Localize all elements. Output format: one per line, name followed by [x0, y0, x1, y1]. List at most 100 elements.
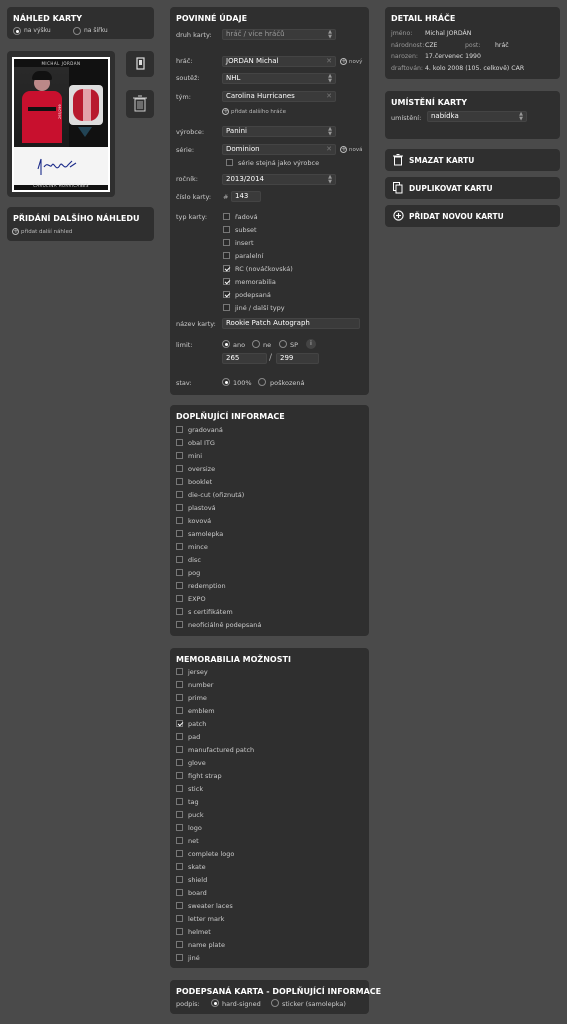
- card-image[interactable]: MICHAL JORDAN 265/299 CAROLINA HURRICANE…: [12, 57, 110, 192]
- memorabilia-option-label: fight strap: [188, 772, 222, 780]
- extra-info-checkbox[interactable]: [176, 595, 183, 602]
- card-name-input[interactable]: Rookie Patch Autograph: [222, 318, 360, 329]
- memorabilia-option-checkbox[interactable]: [176, 837, 183, 844]
- memorabilia-option-checkbox[interactable]: [176, 720, 183, 727]
- memorabilia-option-checkbox[interactable]: [176, 850, 183, 857]
- same-as-maker-checkbox[interactable]: [226, 159, 233, 166]
- portrait-radio[interactable]: [13, 27, 21, 35]
- state-damaged-radio[interactable]: [258, 378, 266, 386]
- limit-sp-label: SP: [290, 341, 299, 349]
- new-series-link[interactable]: + nová: [340, 146, 362, 153]
- extra-info-checkbox[interactable]: [176, 608, 183, 615]
- location-select[interactable]: nabídka ▲ ▼: [427, 111, 527, 122]
- memorabilia-option-checkbox[interactable]: [176, 876, 183, 883]
- memorabilia-option-label: manufactured patch: [188, 746, 255, 754]
- memorabilia-option-checkbox[interactable]: [176, 746, 183, 753]
- memorabilia-option-checkbox[interactable]: [176, 694, 183, 701]
- extra-info-checkbox[interactable]: [176, 569, 183, 576]
- add-player-link[interactable]: + přidat dalšího hráče: [222, 108, 286, 115]
- limit-yes-radio[interactable]: [222, 340, 230, 348]
- card-type-checkbox[interactable]: [223, 291, 230, 298]
- extra-info-checkbox[interactable]: [176, 465, 183, 472]
- series-input[interactable]: Dominion ✕: [222, 144, 336, 155]
- memorabilia-option-checkbox[interactable]: [176, 681, 183, 688]
- player-detail-title: DETAIL HRÁČE: [391, 14, 456, 23]
- memorabilia-option-checkbox[interactable]: [176, 915, 183, 922]
- card-type-checkbox[interactable]: [223, 239, 230, 246]
- sticker-radio[interactable]: [271, 999, 279, 1007]
- limit-sp-radio[interactable]: [279, 340, 287, 348]
- extra-info-checkbox[interactable]: [176, 530, 183, 537]
- extra-info-checkbox[interactable]: [176, 452, 183, 459]
- memorabilia-option-checkbox[interactable]: [176, 902, 183, 909]
- card-type-checkbox[interactable]: [223, 213, 230, 220]
- year-label: ročník:: [176, 175, 198, 183]
- card-type-label: podepsaná: [235, 291, 271, 299]
- memorabilia-option-checkbox[interactable]: [176, 863, 183, 870]
- card-type-label: memorabilia: [235, 278, 276, 286]
- memorabilia-option-checkbox[interactable]: [176, 733, 183, 740]
- extra-info-checkbox[interactable]: [176, 478, 183, 485]
- new-player-link[interactable]: + nový: [340, 58, 362, 65]
- team-input[interactable]: Carolina Hurricanes ✕: [222, 91, 336, 102]
- card-type-checkbox[interactable]: [223, 278, 230, 285]
- memorabilia-option-checkbox[interactable]: [176, 824, 183, 831]
- extra-info-checkbox[interactable]: [176, 439, 183, 446]
- card-type-checkbox[interactable]: [223, 265, 230, 272]
- year-select[interactable]: 2013/2014 ▲ ▼: [222, 174, 336, 185]
- extra-info-checkbox[interactable]: [176, 543, 183, 550]
- memorabilia-title: MEMORABILIA MOŽNOSTI: [176, 655, 291, 664]
- extra-info-checkbox[interactable]: [176, 582, 183, 589]
- memorabilia-option-checkbox[interactable]: [176, 668, 183, 675]
- clear-icon[interactable]: ✕: [326, 145, 332, 154]
- add-new-card-label: PŘIDAT NOVOU KARTU: [409, 212, 504, 221]
- card-type-checkbox[interactable]: [223, 252, 230, 259]
- extra-info-checkbox[interactable]: [176, 491, 183, 498]
- rotate-card-button[interactable]: [126, 51, 154, 77]
- copy-icon: [393, 182, 403, 194]
- player-input[interactable]: JORDÁN Michal ✕: [222, 56, 336, 67]
- extra-info-checkbox[interactable]: [176, 504, 183, 511]
- hard-signed-radio[interactable]: [211, 999, 219, 1007]
- clear-icon[interactable]: ✕: [326, 92, 332, 101]
- memorabilia-option-checkbox[interactable]: [176, 798, 183, 805]
- duplicate-card-button[interactable]: DUPLIKOVAT KARTU: [385, 177, 560, 199]
- card-type-checkbox[interactable]: [223, 304, 230, 311]
- memorabilia-option-checkbox[interactable]: [176, 928, 183, 935]
- memorabilia-option-checkbox[interactable]: [176, 954, 183, 961]
- memorabilia-option-checkbox[interactable]: [176, 785, 183, 792]
- extra-info-checkbox[interactable]: [176, 517, 183, 524]
- state-100-radio[interactable]: [222, 378, 230, 386]
- competition-select[interactable]: NHL ▲ ▼: [222, 73, 336, 84]
- delete-image-button[interactable]: [126, 90, 154, 118]
- detail-nat-key: národnost:: [391, 42, 425, 49]
- extra-info-checkbox[interactable]: [176, 556, 183, 563]
- delete-card-button[interactable]: SMAZAT KARTU: [385, 149, 560, 171]
- patch-window: [69, 85, 103, 125]
- card-type-label: insert: [235, 239, 254, 247]
- location-title: UMÍSTĚNÍ KARTY: [391, 98, 468, 107]
- clear-icon[interactable]: ✕: [326, 57, 332, 66]
- detail-nationality: národnost:: [391, 42, 424, 49]
- memorabilia-option-checkbox[interactable]: [176, 941, 183, 948]
- number-input[interactable]: 143: [231, 191, 261, 202]
- memorabilia-option-checkbox[interactable]: [176, 889, 183, 896]
- memorabilia-option-checkbox[interactable]: [176, 707, 183, 714]
- card-kind-select[interactable]: hráč / více hráčů ▲ ▼: [222, 29, 336, 40]
- limit-no-radio[interactable]: [252, 340, 260, 348]
- memorabilia-option-label: sweater laces: [188, 902, 233, 910]
- landscape-radio[interactable]: [73, 27, 81, 35]
- info-icon[interactable]: i: [306, 339, 316, 349]
- memorabilia-option-checkbox[interactable]: [176, 772, 183, 779]
- limit-total-input[interactable]: 299: [276, 353, 319, 364]
- memorabilia-option-label: number: [188, 681, 214, 689]
- manufacturer-select[interactable]: Panini ▲ ▼: [222, 126, 336, 137]
- memorabilia-option-checkbox[interactable]: [176, 811, 183, 818]
- add-new-card-button[interactable]: PŘIDAT NOVOU KARTU: [385, 205, 560, 227]
- memorabilia-option-checkbox[interactable]: [176, 759, 183, 766]
- extra-info-checkbox[interactable]: [176, 621, 183, 628]
- limit-number-input[interactable]: 265: [222, 353, 267, 364]
- add-preview-link[interactable]: + přidat další náhled: [12, 228, 72, 235]
- extra-info-checkbox[interactable]: [176, 426, 183, 433]
- card-type-checkbox[interactable]: [223, 226, 230, 233]
